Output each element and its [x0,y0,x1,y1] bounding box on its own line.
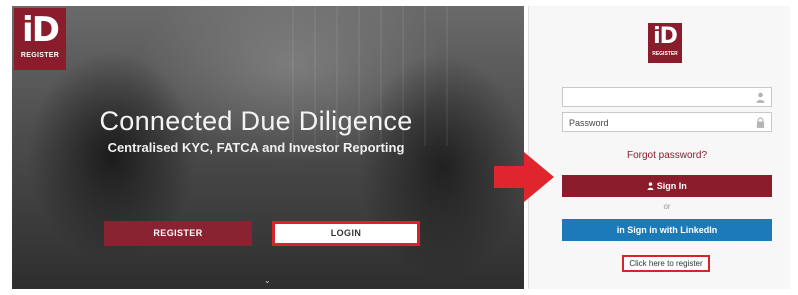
register-link[interactable]: Click here to register [622,255,710,272]
linkedin-sign-in-button[interactable]: in Sign in with LinkedIn [562,219,772,241]
hero-title: Connected Due Diligence [99,106,413,136]
register-button[interactable]: REGISTER [104,221,252,246]
linkedin-label: Sign in with LinkedIn [627,225,718,235]
logo-mark: iD [653,24,678,49]
linkedin-icon: in [616,225,625,235]
sign-in-button[interactable]: Sign In [562,175,772,197]
sign-in-label: Sign In [656,181,687,191]
email-field[interactable] [563,89,771,107]
user-icon [647,182,654,190]
password-field-wrapper [562,112,772,132]
hero-subtitle: Centralised KYC, FATCA and Investor Repo… [107,140,405,155]
logo-subtext: REGISTER [20,52,60,59]
or-divider: or [663,202,671,211]
login-button[interactable]: LOGIN [272,221,420,246]
lock-icon [756,117,765,128]
password-field[interactable] [563,114,771,132]
logo-subtext: REGISTER [652,51,678,57]
email-field-wrapper [562,87,772,107]
forgot-password-link[interactable]: Forgot password? [562,150,772,161]
right-arrow-icon [494,152,554,202]
chevron-down-icon[interactable]: ⌄ [264,276,271,285]
brand-logo[interactable]: iD REGISTER [14,8,66,70]
panel-logo: iD REGISTER [648,23,682,63]
user-icon [756,92,765,103]
logo-mark: iD [22,10,60,50]
